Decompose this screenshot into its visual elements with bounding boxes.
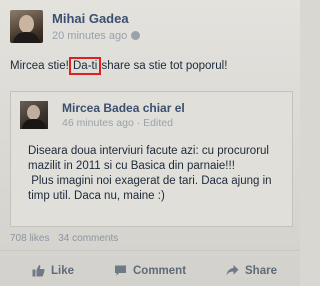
facebook-post: Mihai Gadea 20 minutes ago Mircea stie! …: [0, 0, 300, 286]
shared-post-card[interactable]: Mircea Badea chiar el 46 minutes ago · E…: [10, 91, 293, 227]
shared-author-avatar[interactable]: [20, 101, 48, 129]
comments-count[interactable]: 34 comments: [58, 233, 118, 244]
avatar-face: [19, 15, 34, 33]
author-name[interactable]: Mihai Gadea: [52, 11, 129, 26]
comment-button[interactable]: Comment: [114, 264, 186, 280]
author-avatar[interactable]: [10, 10, 43, 43]
shared-time-text: 46 minutes ago: [62, 117, 134, 129]
post-stats: 708 likes 34 comments: [10, 233, 118, 244]
edited-label[interactable]: Edited: [143, 117, 173, 129]
thumbs-up-icon: [32, 265, 45, 277]
shared-text-line: mazilit in 2011 si cu Basica din parnaie…: [28, 160, 235, 172]
shared-post-timestamp[interactable]: 46 minutes ago · Edited: [62, 117, 173, 129]
shared-text-line: Diseara doua interviuri facute azi: cu p…: [28, 145, 269, 157]
like-label: Like: [51, 265, 75, 277]
likes-count[interactable]: 708 likes: [10, 233, 49, 244]
post-text: Mircea stie! Da-ti share sa stie tot pop…: [10, 57, 228, 75]
shared-avatar-face: [27, 105, 40, 120]
comment-bubble-icon: [115, 265, 126, 276]
shared-author-name[interactable]: Mircea Badea chiar el: [62, 101, 185, 115]
comment-label: Comment: [133, 265, 187, 277]
shared-avatar-shoulders: [22, 119, 46, 129]
action-bar: Like Comment Share: [0, 251, 300, 286]
share-button[interactable]: Share: [226, 264, 277, 280]
share-label: Share: [245, 265, 277, 277]
like-button[interactable]: Like: [32, 264, 74, 280]
post-text-after: share sa stie tot poporul!: [98, 60, 228, 72]
highlighted-text: Da-ti: [68, 57, 102, 75]
share-arrow-icon: [226, 265, 239, 276]
shared-post-text: Diseara doua interviuri facute azi: cu p…: [28, 144, 290, 204]
post-time-text: 20 minutes ago: [52, 30, 128, 42]
post-timestamp[interactable]: 20 minutes ago: [52, 30, 141, 42]
shared-text-line: Plus imagini noi exagerat de tari. Daca …: [28, 175, 272, 187]
globe-icon: [131, 31, 141, 40]
avatar-shoulders: [13, 32, 40, 43]
post-text-before: Mircea stie!: [10, 60, 72, 72]
shared-text-line: timp util. Daca nu, maine :): [28, 190, 165, 202]
